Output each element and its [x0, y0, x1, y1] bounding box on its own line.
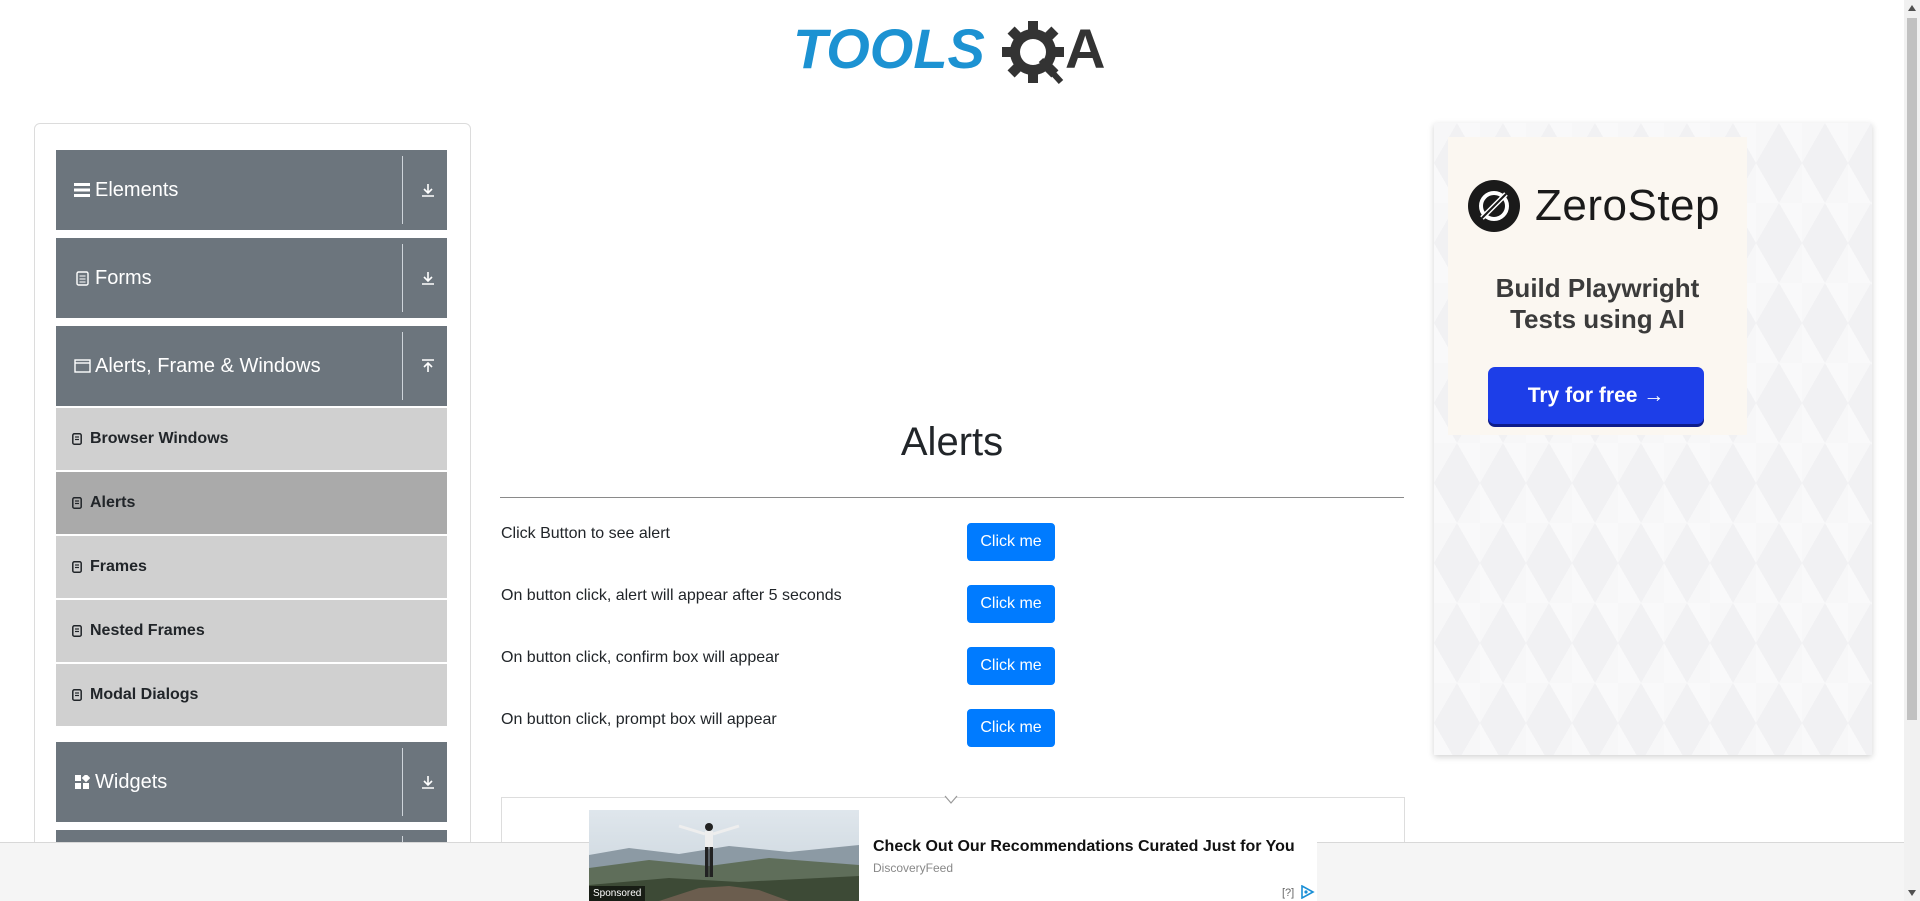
gear-icon [1002, 21, 1064, 85]
expand-down-icon[interactable] [418, 772, 438, 792]
group-title: Forms [95, 266, 152, 289]
chevron-down-icon[interactable] [944, 795, 958, 805]
document-icon [71, 496, 83, 510]
scroll-down-icon[interactable] [1904, 885, 1920, 901]
document-icon [71, 432, 83, 446]
alert-row-label: Click Button to see alert [501, 525, 670, 542]
ad-tagline: Build Playwright Tests using AI [1448, 273, 1747, 335]
divider [402, 244, 403, 312]
zerostep-ad[interactable]: ZeroStep Build Playwright Tests using AI… [1434, 123, 1872, 755]
scrollbar-thumb[interactable] [1907, 18, 1917, 720]
ad-tagline-line: Tests using AI [1510, 304, 1685, 334]
alert-button[interactable]: Click me [967, 523, 1055, 561]
document-icon [71, 624, 83, 638]
group-title: Elements [95, 178, 179, 201]
expand-down-icon[interactable] [418, 180, 438, 200]
divider [402, 332, 403, 400]
group-widgets[interactable]: Widgets [56, 742, 447, 822]
menu-item-label: Frames [90, 558, 147, 575]
ad-help-link[interactable]: [?] [1282, 887, 1294, 899]
widgets-icon [73, 773, 91, 791]
timer-alert-row-label: On button click, alert will appear after… [501, 587, 842, 604]
site-header: TOOLS A [0, 0, 1904, 100]
confirm-button[interactable]: Click me [967, 647, 1055, 685]
try-for-free-button[interactable]: Try for free → [1488, 367, 1704, 424]
logo-tools-text: TOOLS [793, 17, 985, 80]
expand-down-icon[interactable] [418, 268, 438, 288]
menu-item-frames[interactable]: Frames [56, 536, 447, 598]
form-icon [73, 269, 91, 287]
ad-brand: ZeroStep [1535, 181, 1720, 230]
divider [500, 497, 1404, 498]
menu-item-alerts[interactable]: Alerts [56, 472, 447, 534]
list-icon [73, 181, 91, 199]
adchoices-icon[interactable] [1300, 885, 1315, 899]
confirm-row-label: On button click, confirm box will appear [501, 649, 780, 666]
collapse-up-icon[interactable] [418, 356, 438, 376]
prompt-row-label: On button click, prompt box will appear [501, 711, 777, 728]
menu-item-label: Alerts [90, 494, 136, 511]
menu-item-modal-dialogs[interactable]: Modal Dialogs [56, 664, 447, 726]
page-title: Alerts [900, 420, 1004, 464]
menu-item-nested-frames[interactable]: Nested Frames [56, 600, 447, 662]
logo-a-text: A [1065, 17, 1105, 80]
timer-alert-button[interactable]: Click me [967, 585, 1055, 623]
ad-tagline-line: Build Playwright [1495, 273, 1700, 303]
document-icon [71, 688, 83, 702]
document-icon [71, 560, 83, 574]
zerostep-logo-icon [1468, 180, 1520, 232]
group-alerts-frame-windows[interactable]: Alerts, Frame & Windows [56, 326, 447, 406]
ad-card: ZeroStep Build Playwright Tests using AI… [1448, 137, 1747, 435]
menu-item-label: Modal Dialogs [90, 686, 199, 703]
toolsqa-logo[interactable]: TOOLS A [793, 14, 1116, 90]
left-panel: Elements Forms Alerts, Frame & Windows B… [34, 123, 471, 901]
group-elements[interactable]: Elements [56, 150, 447, 230]
divider [402, 156, 403, 224]
window-icon [73, 357, 91, 375]
menu-item-label: Browser Windows [90, 430, 229, 447]
sponsored-label: Sponsored [589, 886, 646, 901]
scroll-up-icon[interactable] [1904, 0, 1920, 16]
menu-item-browser-windows[interactable]: Browser Windows [56, 408, 447, 470]
group-title: Widgets [95, 770, 168, 793]
group-title: Alerts, Frame & Windows [95, 354, 321, 377]
group-forms[interactable]: Forms [56, 238, 447, 318]
prompt-button[interactable]: Click me [967, 709, 1055, 747]
sponsored-headline[interactable]: Check Out Our Recommendations Curated Ju… [873, 838, 1295, 856]
divider [402, 748, 403, 816]
menu-item-label: Nested Frames [90, 622, 205, 639]
sponsored-source: DiscoveryFeed [873, 861, 954, 875]
